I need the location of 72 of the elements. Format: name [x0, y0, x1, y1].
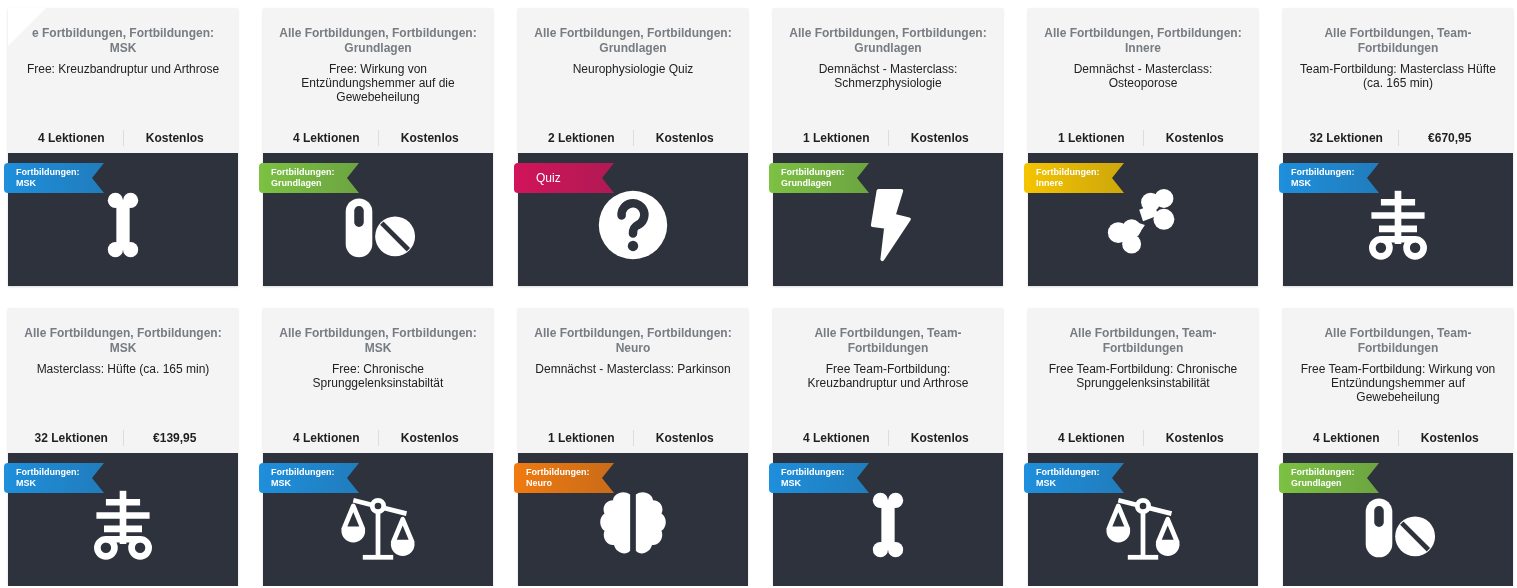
category-ribbon: Fortbildungen: MSK: [1024, 463, 1124, 493]
category-label: Alle Fortbildungen, Fortbildungen: MSK: [278, 326, 478, 356]
price-label: €670,95: [1427, 131, 1473, 145]
category-ribbon: Fortbildungen: MSK: [259, 463, 359, 493]
price-label: Kostenlos: [1419, 431, 1480, 445]
course-title: Free Team-Fortbildung: Wirkung von Entzündungshemmer auf Gewebeheilung: [1299, 362, 1497, 404]
price-label: Kostenlos: [909, 431, 970, 445]
category-ribbon: Fortbildungen: Neuro: [514, 463, 614, 493]
course-title: Neurophysiologie Quiz: [572, 62, 694, 76]
course-title: Demnächst - Masterclass: Schmerzphysiologie: [817, 62, 959, 90]
category-label: e Fortbildungen, Fortbildungen: MSK: [31, 26, 215, 56]
category-ribbon: Fortbildungen: MSK: [769, 463, 869, 493]
category-label: Alle Fortbildungen, Fortbildungen: Grundlagen: [788, 26, 988, 56]
category-label: Alle Fortbildungen, Team-Fortbildungen: [813, 326, 963, 356]
price-label: Kostenlos: [654, 431, 715, 445]
lesson-count: 1 Lektionen: [1056, 131, 1126, 145]
lesson-count: 1 Lektionen: [546, 431, 616, 445]
price-label: Kostenlos: [1164, 431, 1225, 445]
lesson-count: 4 Lektionen: [36, 131, 106, 145]
course-title: Masterclass: Hüfte (ca. 165 min): [36, 362, 210, 376]
lesson-count: 4 Lektionen: [1056, 431, 1126, 445]
lesson-count: 4 Lektionen: [291, 431, 361, 445]
cells-icon: [1107, 188, 1175, 253]
pills-icon: [345, 197, 416, 257]
lesson-count: 4 Lektionen: [1311, 431, 1381, 445]
price-label: Kostenlos: [399, 431, 460, 445]
scales-icon: [341, 497, 415, 560]
category-label: Alle Fortbildungen, Team-Fortbildungen: [1323, 326, 1473, 356]
price-label: Kostenlos: [399, 131, 460, 145]
category-label: Alle Fortbildungen, Fortbildungen: Innere: [1043, 26, 1243, 56]
bone-icon: [107, 192, 139, 257]
category-label: Alle Fortbildungen, Team-Fortbildungen: [1323, 26, 1473, 56]
course-title: Demnächst - Masterclass: Parkinson: [535, 362, 731, 376]
lesson-count: 4 Lektionen: [291, 131, 361, 145]
category-label: Alle Fortbildungen, Team-Fortbildungen: [1068, 326, 1218, 356]
course-title: Free: Kreuzbandruptur und Arthrose: [26, 62, 220, 76]
spine-icon: [94, 490, 152, 560]
category-ribbon: Fortbildungen: MSK: [4, 463, 104, 493]
course-title: Demnächst - Masterclass: Osteoporose: [1072, 62, 1214, 90]
lesson-count: 32 Lektionen: [1308, 131, 1384, 145]
category-ribbon: Fortbildungen: MSK: [4, 163, 104, 193]
category-label: Alle Fortbildungen, Fortbildungen: Neuro: [533, 326, 733, 356]
price-label: Kostenlos: [1164, 131, 1225, 145]
course-title: Team-Fortbildung: Masterclass Hüfte (ca. 165 min): [1298, 62, 1498, 90]
pills-icon: [1365, 497, 1436, 557]
price-label: Kostenlos: [654, 131, 715, 145]
course-title: Free: Chronische Sprunggelenksinstabiltät: [311, 362, 445, 390]
lightning-icon: [870, 188, 911, 261]
lesson-count: 2 Lektionen: [546, 131, 616, 145]
category-label: Alle Fortbildungen, Fortbildungen: MSK: [23, 326, 223, 356]
brain-icon: [600, 491, 666, 553]
course-title: Free: Wirkung von Entzündungshemmer auf die Gewebeheilung: [300, 62, 456, 104]
category-label: Alle Fortbildungen, Fortbildungen: Grundlagen: [533, 26, 733, 56]
category-ribbon: Fortbildungen: MSK: [1279, 163, 1379, 193]
price-label: Kostenlos: [909, 131, 970, 145]
price-label: €139,95: [152, 431, 198, 445]
category-ribbon: Quiz: [514, 163, 614, 193]
category-ribbon: Fortbildungen: Grundlagen: [1279, 463, 1379, 493]
category-ribbon: Fortbildungen: Grundlagen: [769, 163, 869, 193]
bone-icon: [872, 492, 904, 557]
course-title: Free Team-Fortbildung: Kreuzbandruptur und Arthrose: [806, 362, 970, 390]
scales-icon: [1106, 497, 1180, 560]
lesson-count: 4 Lektionen: [801, 431, 871, 445]
category-ribbon: Fortbildungen: Innere: [1024, 163, 1124, 193]
spine-icon: [1369, 190, 1427, 260]
course-title: Free Team-Fortbildung: Chronische Sprunggelenksinstabilität: [1047, 362, 1239, 390]
category-label: Alle Fortbildungen, Fortbildungen: Grundlagen: [278, 26, 478, 56]
price-label: Kostenlos: [144, 131, 205, 145]
lesson-count: 32 Lektionen: [33, 431, 109, 445]
help-icon: [598, 190, 668, 259]
lesson-count: 1 Lektionen: [801, 131, 871, 145]
category-ribbon: Fortbildungen: Grundlagen: [259, 163, 359, 193]
